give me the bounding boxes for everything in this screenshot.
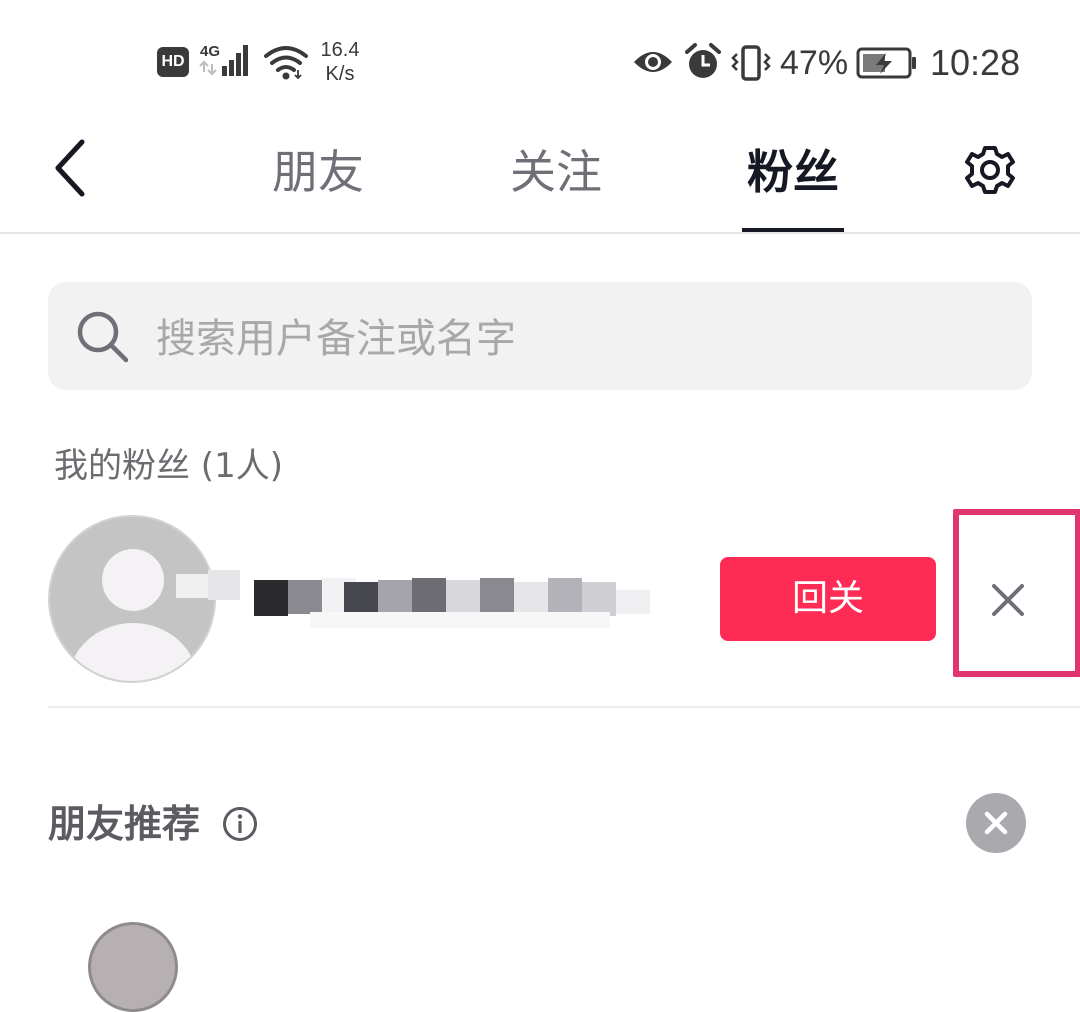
search-icon [76, 310, 130, 364]
default-avatar-body [68, 623, 198, 681]
wifi-icon [264, 44, 308, 80]
close-icon [984, 811, 1008, 835]
row-divider [48, 706, 1080, 708]
search-placeholder: 搜索用户备注或名字 [156, 316, 516, 362]
battery-charging-icon [856, 46, 918, 80]
tab-friends[interactable]: 朋友 [250, 142, 386, 202]
recommended-user-avatar[interactable] [88, 922, 178, 1012]
tab-fans[interactable]: 粉丝 [722, 142, 864, 202]
info-icon[interactable] [222, 806, 258, 842]
battery-percent: 47% [780, 44, 849, 82]
default-avatar-head [102, 549, 164, 611]
nav-divider [0, 232, 1080, 234]
settings-button[interactable] [958, 138, 1022, 202]
net-speed-unit: K/s [325, 63, 355, 85]
follow-back-button[interactable]: 回关 [720, 557, 936, 641]
network-type-label: 4G [200, 43, 220, 60]
signal-icon: 4G [198, 40, 256, 80]
hd-icon: HD [157, 47, 189, 77]
vibrate-icon [730, 44, 772, 82]
fan-username-blurred[interactable] [176, 566, 676, 628]
clock: 10:28 [930, 42, 1021, 83]
close-icon [992, 584, 1024, 616]
back-button[interactable] [48, 136, 96, 200]
remove-fan-button[interactable] [960, 550, 1056, 650]
avatar[interactable] [48, 515, 216, 683]
eye-icon [632, 46, 674, 78]
tab-following[interactable]: 关注 [488, 142, 624, 202]
net-speed-value: 16.4 [320, 39, 360, 61]
close-recommendation-button[interactable] [966, 793, 1026, 853]
net-speed: 16.4 K/s [316, 38, 364, 86]
back-arrow-icon [55, 139, 85, 197]
friend-recommendation-title: 朋友推荐 [48, 802, 201, 846]
alarm-icon [684, 42, 722, 82]
fans-count-header: 我的粉丝 (1人) [54, 446, 283, 486]
gear-icon [965, 146, 1015, 194]
